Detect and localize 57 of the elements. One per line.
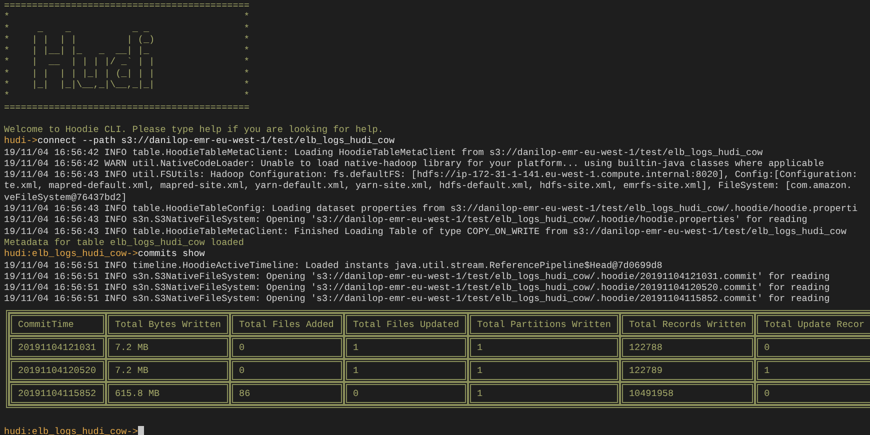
log-line: 19/11/04 16:56:43 INFO table.HoodieTableConfig: Loading dataset properties from s3://danilop-emr-eu-west-1/test/elb_logs_hudi_cow/.hoodie/hoodie.properti xyxy=(4,203,858,214)
prompt-label: hudi:elb_logs_hudi_cow-> xyxy=(4,248,138,260)
table-cell: 7.2 MB xyxy=(106,336,230,359)
table-cell: 615.8 MB xyxy=(106,382,230,405)
table-header-cell: Total Files Added xyxy=(230,312,344,336)
table-cell: 1 xyxy=(468,336,620,359)
log-line: 19/11/04 16:56:42 INFO table.HoodieTableMetaClient: Loading HoodieTableMetaClient from s3://danilop-emr-eu-west-1/test/elb_logs_hudi_cow xyxy=(4,146,763,158)
banner-line: * _ _ _ _ * xyxy=(4,22,250,34)
log-line: 19/11/04 16:56:51 INFO s3n.S3NativeFileSystem: Opening 's3://danilop-emr-eu-west-1/test/elb_logs_hudi_cow/.hoodie/20191104115852.commit' for reading xyxy=(4,293,830,305)
banner-line: * * xyxy=(4,11,250,23)
log-line: 19/11/04 16:56:43 INFO table.HoodieTableMetaClient: Finished Loading Table of type COPY_ON_WRITE from s3://danilop-emr-eu-west-1/test/elb_logs_hudi_cow xyxy=(4,226,846,237)
table-cell: 20191104121031 xyxy=(9,336,106,359)
banner-line: ============================================ xyxy=(4,102,250,113)
prompt-label: hudi-> xyxy=(4,135,38,147)
notice-text: Welcome to Hoodie CLI. Please type help if you are looking for help. xyxy=(4,124,384,136)
table-header-cell: Total Bytes Written xyxy=(106,312,230,336)
table-cell: 1 xyxy=(468,358,620,382)
log-line: te.xml, mapred-default.xml, mapred-site.xml, yarn-default.xml, yarn-site.xml, hdfs-default.xml, hdfs-site.xml, emrfs-site.xml], FileSystem: [com.amazon. xyxy=(4,180,852,192)
table-cell: 20191104115852 xyxy=(9,382,106,405)
table-header-cell: Total Records Written xyxy=(620,312,756,336)
table-cell: 1 xyxy=(344,336,468,359)
table-header-cell: CommitTime xyxy=(9,312,106,336)
banner-line: * | __ | | | |/ _` | | * xyxy=(4,56,250,68)
table-cell: 0 xyxy=(755,336,870,359)
table-cell: 1 xyxy=(344,358,468,382)
banner-line: * * xyxy=(4,90,250,102)
log-line: 19/11/04 16:56:43 INFO s3n.S3NativeFileSystem: Opening 's3://danilop-emr-eu-west-1/test/elb_logs_hudi_cow/.hoodie/hoodie.properties' for reading xyxy=(4,214,808,226)
table-cell: 1 xyxy=(755,358,870,382)
banner-line: * |_| |_|\__,_|\__,_|_| * xyxy=(4,79,250,90)
text-cursor xyxy=(138,426,144,435)
banner-line: * | |__| |_ _ __| |_ * xyxy=(4,45,250,56)
notice-text: Metadata for table elb_logs_hudi_cow loaded xyxy=(4,236,244,248)
table-header-cell: Total Files Updated xyxy=(344,312,468,336)
table-cell: 0 xyxy=(344,382,468,405)
command-text: connect --path s3://danilop-emr-eu-west-1/test/elb_logs_hudi_cow xyxy=(37,135,395,147)
log-line: 19/11/04 16:56:43 INFO util.FSUtils: Hadoop Configuration: fs.defaultFS: [hdfs://ip-172-31-1-141.eu-west-1.compute.internal:8020], Config:[Configuration: xyxy=(4,169,858,180)
log-line: 19/11/04 16:56:51 INFO timeline.HoodieActiveTimeline: Loaded instants java.util.stream.ReferencePipeline$Head@7d0699d8 xyxy=(4,260,662,271)
log-line: 19/11/04 16:56:51 INFO s3n.S3NativeFileSystem: Opening 's3://danilop-emr-eu-west-1/test/elb_logs_hudi_cow/.hoodie/20191104121031.commit' for reading xyxy=(4,270,830,282)
log-line: 19/11/04 16:56:42 WARN util.NativeCodeLoader: Unable to load native-hadoop library for your platform... using builtin-java classes where applicable xyxy=(4,158,824,170)
table-cell: 0 xyxy=(230,336,344,359)
table-cell: 10491958 xyxy=(620,382,756,405)
table-cell: 7.2 MB xyxy=(106,358,230,382)
log-line: veFileSystem@76437bd2] xyxy=(4,192,127,204)
table-cell: 20191104120520 xyxy=(9,358,106,382)
banner-line: * | | | | | (_) * xyxy=(4,34,250,46)
log-line: 19/11/04 16:56:51 INFO s3n.S3NativeFileSystem: Opening 's3://danilop-emr-eu-west-1/test/elb_logs_hudi_cow/.hoodie/20191104120520.commit' for reading xyxy=(4,282,830,294)
banner-line: ============================================ xyxy=(4,0,250,12)
table-header-cell: Total Partitions Written xyxy=(468,312,620,336)
command-text: commits show xyxy=(138,248,205,260)
table-cell: 0 xyxy=(230,358,344,382)
table-cell: 122788 xyxy=(620,336,756,359)
table-cell: 0 xyxy=(755,382,870,405)
table-cell: 122789 xyxy=(620,358,756,382)
table-header-cell: Total Update Recor xyxy=(755,312,870,336)
table-cell: 86 xyxy=(230,382,344,405)
banner-line: * | | | | |_| | (_| | | * xyxy=(4,68,250,80)
table-cell: 1 xyxy=(468,382,620,405)
